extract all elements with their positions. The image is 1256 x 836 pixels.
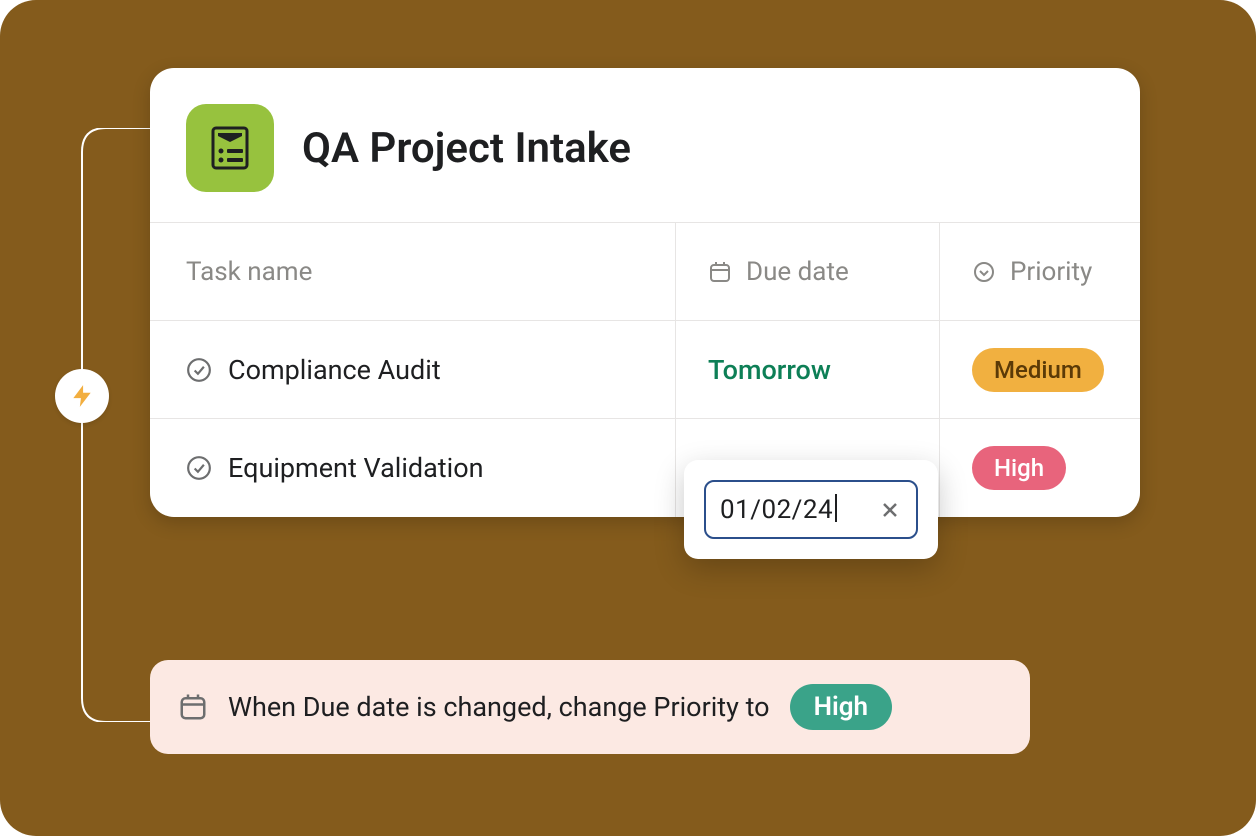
project-icon [186,104,274,192]
task-name: Equipment Validation [228,452,484,484]
task-cell[interactable]: Compliance Audit [150,321,676,418]
calendar-icon [178,692,208,722]
column-label: Task name [186,257,312,287]
priority-cell[interactable]: High [940,419,1140,517]
document-icon [207,125,253,171]
project-card: QA Project Intake Task name Due date [150,68,1140,517]
card-header: QA Project Intake [150,68,1140,222]
column-label: Priority [1010,257,1092,287]
table-row[interactable]: Compliance Audit Tomorrow Medium [150,321,1140,419]
priority-pill-high: High [972,446,1066,490]
rule-priority-pill: High [790,684,892,730]
date-input-popover: 01/02/24 [684,460,938,559]
calendar-icon [708,260,732,284]
due-value: Tomorrow [708,354,831,386]
bolt-icon [69,383,95,409]
date-input-value: 01/02/24 [720,494,837,525]
table-header: Task name Due date Pri [150,223,1140,321]
priority-cell[interactable]: Medium [940,321,1140,418]
date-input[interactable]: 01/02/24 [704,480,918,539]
connector-line [78,128,152,722]
table-row[interactable]: Equipment Validation High [150,419,1140,517]
automation-badge [55,369,109,423]
column-header-priority: Priority [940,223,1140,320]
rule-text: When Due date is changed, change Priorit… [228,691,770,723]
column-header-task: Task name [150,223,676,320]
column-label: Due date [746,257,849,287]
chevron-down-circle-icon [972,260,996,284]
check-circle-icon[interactable] [186,357,212,383]
automation-rule[interactable]: When Due date is changed, change Priorit… [150,660,1030,754]
task-table: Task name Due date Pri [150,222,1140,517]
check-circle-icon[interactable] [186,455,212,481]
canvas: QA Project Intake Task name Due date [0,0,1256,836]
close-icon[interactable] [878,498,902,522]
column-header-due: Due date [676,223,940,320]
priority-pill-medium: Medium [972,348,1104,392]
project-title: QA Project Intake [302,124,631,173]
task-cell[interactable]: Equipment Validation [150,419,676,517]
task-name: Compliance Audit [228,354,441,386]
due-cell[interactable]: Tomorrow [676,321,940,418]
